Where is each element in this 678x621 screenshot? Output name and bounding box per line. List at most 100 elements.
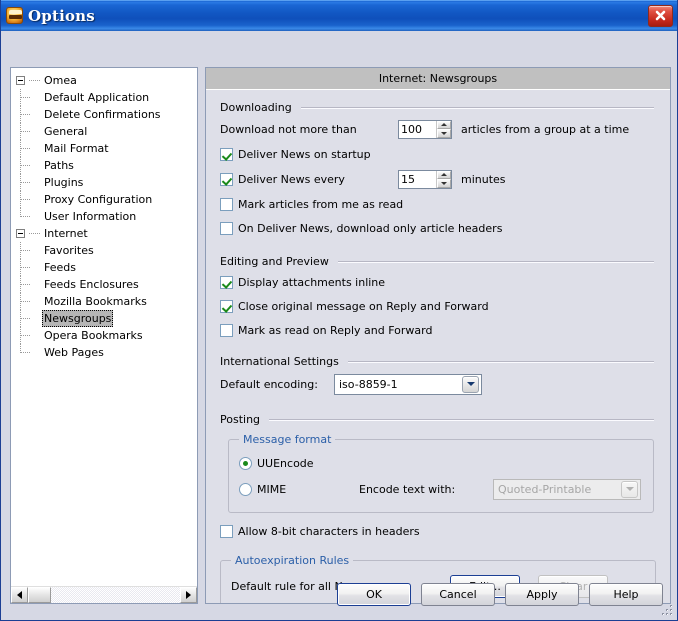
- tree-connector: [16, 123, 42, 140]
- display-inline-row[interactable]: Display attachments inline: [220, 271, 656, 293]
- tree-connector: [16, 106, 42, 123]
- tree-item-default-application[interactable]: Default Application: [16, 89, 197, 106]
- tree-item-user-information[interactable]: User Information: [16, 208, 197, 225]
- allow-8bit-label: Allow 8-bit characters in headers: [238, 524, 420, 538]
- tree-connector: [16, 157, 42, 174]
- tree-item-label: Favorites: [44, 244, 94, 257]
- settings-tree[interactable]: Omea Default Application Delete Confirmati…: [10, 67, 198, 604]
- tree-connector: [16, 191, 42, 208]
- mime-row[interactable]: MIME Encode text with: Quoted-Printable: [239, 476, 643, 502]
- tree-item-delete-confirmations[interactable]: Delete Confirmations: [16, 106, 197, 123]
- mime-label: MIME: [257, 482, 287, 496]
- stepper-down-icon[interactable]: [437, 179, 451, 188]
- divider: [347, 360, 655, 363]
- download-limit-stepper-buttons[interactable]: [436, 120, 451, 138]
- mark-read-reply-row[interactable]: Mark as read on Reply and Forward: [220, 319, 656, 341]
- tree-item-proxy-configuration[interactable]: Proxy Configuration: [16, 191, 197, 208]
- close-icon[interactable]: [648, 4, 673, 27]
- dialog-content: Omea Default Application Delete Confirmati…: [1, 31, 677, 620]
- mark-read-reply-checkbox[interactable]: [220, 323, 233, 337]
- deliver-interval-input[interactable]: [399, 170, 436, 188]
- download-limit-input[interactable]: [399, 120, 436, 138]
- help-button[interactable]: Help: [589, 583, 663, 606]
- tree-connector: [16, 276, 42, 293]
- tree-item-label: Feeds Enclosures: [44, 278, 139, 291]
- chevron-down-icon[interactable]: [462, 375, 479, 393]
- tree-item-label: Internet: [44, 227, 88, 240]
- deliver-interval-stepper[interactable]: [398, 169, 452, 189]
- apply-button[interactable]: Apply: [505, 583, 579, 606]
- deliver-on-startup-row[interactable]: Deliver News on startup: [220, 143, 656, 165]
- resize-grip[interactable]: [660, 603, 674, 617]
- default-encoding-select[interactable]: iso-8859-1: [334, 373, 482, 395]
- uuencode-radio[interactable]: [239, 456, 252, 470]
- settings-tree-nodes: Omea Default Application Delete Confirmati…: [11, 68, 197, 361]
- download-limit-row: Download not more than articles from a g…: [220, 117, 656, 141]
- encode-text-select: Quoted-Printable: [493, 478, 641, 500]
- tree-item-paths[interactable]: Paths: [16, 157, 197, 174]
- tree-item-internet[interactable]: Internet: [16, 225, 197, 242]
- download-limit-stepper[interactable]: [398, 119, 452, 139]
- tree-connector: [16, 242, 42, 259]
- section-international-header: International Settings: [220, 353, 656, 369]
- tree-item-plugins[interactable]: Plugins: [16, 174, 197, 191]
- close-original-row[interactable]: Close original message on Reply and Forw…: [220, 295, 656, 317]
- section-editing-header: Editing and Preview: [220, 253, 656, 269]
- section-posting-title: Posting: [220, 412, 261, 426]
- stepper-down-icon[interactable]: [437, 129, 451, 138]
- divider: [300, 106, 655, 109]
- default-encoding-value: iso-8859-1: [339, 377, 398, 391]
- tree-item-mozilla-bookmarks[interactable]: Mozilla Bookmarks: [16, 293, 197, 310]
- stepper-up-icon[interactable]: [437, 170, 451, 179]
- mark-from-me-read-row[interactable]: Mark articles from me as read: [220, 193, 656, 215]
- allow-8bit-row[interactable]: Allow 8-bit characters in headers: [220, 520, 656, 542]
- mark-from-me-read-checkbox[interactable]: [220, 197, 233, 211]
- deliver-every-checkbox[interactable]: [220, 172, 233, 186]
- tree-item-mail-format[interactable]: Mail Format: [16, 140, 197, 157]
- tree-item-omea[interactable]: Omea: [16, 72, 197, 89]
- tree-item-label: Default Application: [44, 91, 150, 104]
- tree-item-feeds[interactable]: Feeds: [16, 259, 197, 276]
- tree-item-label: Delete Confirmations: [44, 108, 161, 121]
- download-limit-suffix: articles from a group at a time: [461, 122, 630, 136]
- deliver-interval-units: minutes: [461, 172, 506, 186]
- deliver-every-row[interactable]: Deliver News every minutes: [220, 167, 656, 191]
- ok-button[interactable]: OK: [337, 583, 411, 606]
- window-title: Options: [28, 6, 95, 25]
- tree-connector: [16, 259, 42, 276]
- mark-read-reply-label: Mark as read on Reply and Forward: [238, 323, 433, 337]
- tree-item-label: Opera Bookmarks: [44, 329, 143, 342]
- tree-item-favorites[interactable]: Favorites: [16, 242, 197, 259]
- encode-text-value: Quoted-Printable: [498, 482, 592, 496]
- tree-item-feeds-enclosures[interactable]: Feeds Enclosures: [16, 276, 197, 293]
- divider: [337, 260, 655, 263]
- tree-item-opera-bookmarks[interactable]: Opera Bookmarks: [16, 327, 197, 344]
- deliver-on-startup-checkbox[interactable]: [220, 147, 233, 161]
- close-original-label: Close original message on Reply and Forw…: [238, 299, 489, 313]
- tree-expand-toggle-icon[interactable]: [16, 229, 25, 238]
- message-format-group-title: Message format: [239, 433, 336, 446]
- tree-item-general[interactable]: General: [16, 123, 197, 140]
- display-inline-checkbox[interactable]: [220, 275, 233, 289]
- tree-item-label: Mail Format: [44, 142, 109, 155]
- options-dialog: Options Omea Default Application Delete Co…: [0, 0, 678, 621]
- default-encoding-row: Default encoding: iso-8859-1: [220, 371, 656, 397]
- close-original-checkbox[interactable]: [220, 299, 233, 313]
- tree-item-newsgroups[interactable]: Newsgroups: [16, 310, 197, 327]
- uuencode-row[interactable]: UUEncode: [239, 452, 643, 474]
- cancel-button[interactable]: Cancel: [421, 583, 495, 606]
- headers-only-checkbox[interactable]: [220, 221, 233, 235]
- allow-8bit-checkbox[interactable]: [220, 524, 233, 538]
- tree-item-label: Paths: [44, 159, 74, 172]
- mime-radio[interactable]: [239, 482, 252, 496]
- window-titlebar[interactable]: Options: [1, 0, 677, 31]
- stepper-up-icon[interactable]: [437, 120, 451, 129]
- tree-item-label: Feeds: [44, 261, 76, 274]
- deliver-interval-stepper-buttons[interactable]: [436, 170, 451, 188]
- tree-expand-toggle-icon[interactable]: [16, 76, 25, 85]
- tree-item-label: Plugins: [44, 176, 84, 189]
- settings-page: Internet: Newsgroups Downloading Downloa…: [205, 67, 671, 604]
- tree-item-web-pages[interactable]: Web Pages: [16, 344, 197, 361]
- headers-only-row[interactable]: On Deliver News, download only article h…: [220, 217, 656, 239]
- tree-connector: [16, 293, 42, 310]
